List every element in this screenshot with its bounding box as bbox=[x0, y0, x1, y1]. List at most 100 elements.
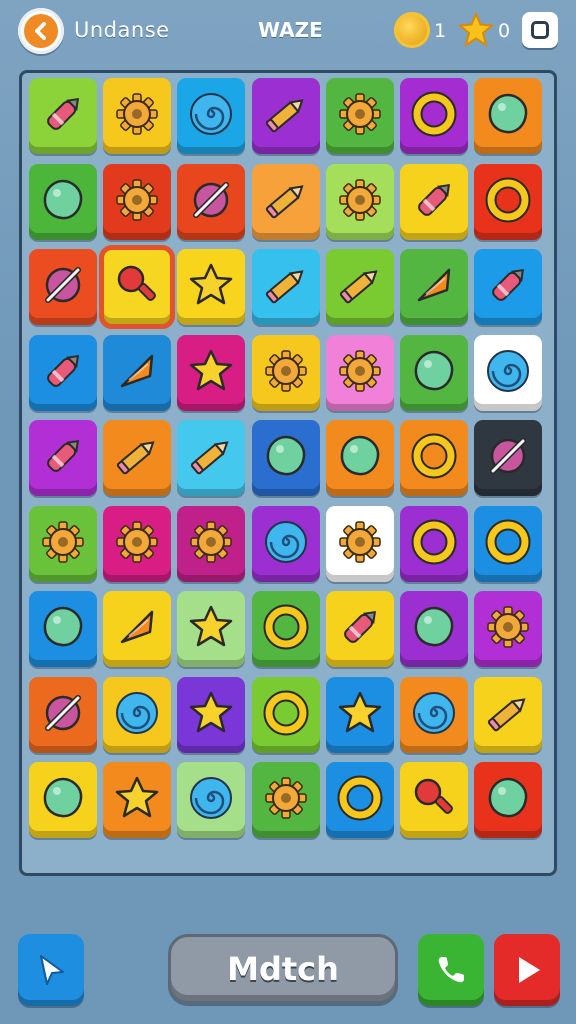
crayon-icon bbox=[38, 431, 88, 485]
ring-icon bbox=[409, 89, 459, 143]
board-tile[interactable] bbox=[177, 762, 246, 838]
hint-button[interactable] bbox=[18, 934, 84, 1006]
spiral-icon bbox=[112, 688, 162, 742]
pencil-icon bbox=[186, 431, 236, 485]
board-tile[interactable] bbox=[325, 762, 394, 838]
board-tile[interactable] bbox=[29, 591, 97, 667]
board-tile[interactable] bbox=[474, 249, 543, 325]
cone-icon bbox=[112, 602, 162, 656]
board-tile[interactable] bbox=[251, 249, 320, 325]
board-tile[interactable] bbox=[29, 78, 97, 154]
board-tile[interactable] bbox=[325, 163, 394, 240]
pencil-icon bbox=[261, 89, 311, 143]
board-tile[interactable] bbox=[177, 78, 246, 154]
gear-icon bbox=[112, 175, 162, 229]
board-tile[interactable] bbox=[29, 505, 97, 582]
board-tile[interactable] bbox=[103, 334, 172, 411]
gear-icon bbox=[335, 517, 385, 571]
cone-icon bbox=[409, 260, 459, 314]
board-tile[interactable] bbox=[400, 163, 468, 240]
play-button[interactable] bbox=[494, 934, 560, 1006]
board-tile[interactable] bbox=[325, 420, 394, 496]
gear-icon bbox=[186, 517, 236, 571]
board-tile[interactable] bbox=[29, 334, 97, 411]
board-tile[interactable] bbox=[400, 762, 468, 838]
board-tile[interactable] bbox=[325, 591, 394, 667]
board-tile[interactable] bbox=[177, 249, 246, 325]
board-tile[interactable] bbox=[177, 163, 246, 240]
board-tile[interactable] bbox=[29, 420, 97, 496]
board-tile[interactable] bbox=[474, 78, 543, 154]
board-tile[interactable] bbox=[400, 591, 468, 667]
board-tile[interactable] bbox=[325, 676, 394, 753]
board-tile[interactable] bbox=[177, 334, 246, 411]
board-tile[interactable] bbox=[103, 676, 172, 753]
gear-icon bbox=[261, 773, 311, 827]
board-tile[interactable] bbox=[251, 762, 320, 838]
gear-icon bbox=[38, 517, 88, 571]
menu-button[interactable] bbox=[522, 12, 558, 48]
blob-icon bbox=[38, 175, 88, 229]
crayon-icon bbox=[335, 602, 385, 656]
board-tile[interactable] bbox=[29, 762, 97, 838]
crayon-icon bbox=[409, 175, 459, 229]
ring-icon bbox=[335, 773, 385, 827]
board-tile[interactable] bbox=[251, 334, 320, 411]
board-tile[interactable] bbox=[29, 676, 97, 753]
board-tile[interactable] bbox=[251, 591, 320, 667]
board-tile[interactable] bbox=[103, 591, 172, 667]
board-tile[interactable] bbox=[251, 676, 320, 753]
board-tile[interactable] bbox=[325, 78, 394, 154]
board-tile[interactable] bbox=[29, 249, 97, 325]
crossed-icon bbox=[38, 688, 88, 742]
board-tile[interactable] bbox=[325, 505, 394, 582]
board-tile[interactable] bbox=[251, 163, 320, 240]
board-tile[interactable] bbox=[400, 78, 468, 154]
back-arrow-icon bbox=[24, 14, 58, 48]
board-tile[interactable] bbox=[474, 762, 543, 838]
board-tile[interactable] bbox=[103, 762, 172, 838]
board-tile[interactable] bbox=[474, 505, 543, 582]
board-tile[interactable] bbox=[474, 591, 543, 667]
pointer-icon bbox=[40, 955, 64, 985]
board-tile[interactable] bbox=[103, 163, 172, 240]
board-tile[interactable] bbox=[177, 676, 246, 753]
board-tile[interactable] bbox=[103, 505, 172, 582]
pencil-icon bbox=[261, 260, 311, 314]
star-icon bbox=[186, 602, 236, 656]
board-tile[interactable] bbox=[400, 505, 468, 582]
phone-button[interactable] bbox=[418, 934, 484, 1006]
board-tile[interactable] bbox=[400, 420, 468, 496]
board-tile[interactable] bbox=[103, 420, 172, 496]
board-tile[interactable] bbox=[177, 591, 246, 667]
crossed-icon bbox=[483, 431, 533, 485]
board-tile[interactable] bbox=[177, 420, 246, 496]
board-tile[interactable] bbox=[325, 334, 394, 411]
board-tile[interactable] bbox=[251, 505, 320, 582]
board-tile[interactable] bbox=[325, 249, 394, 325]
ring-icon bbox=[483, 517, 533, 571]
board-tile[interactable] bbox=[99, 245, 176, 329]
board-tile[interactable] bbox=[103, 78, 172, 154]
star-count: 0 bbox=[498, 20, 511, 42]
board-tile[interactable] bbox=[29, 163, 97, 240]
board-tile[interactable] bbox=[474, 163, 543, 240]
back-button[interactable] bbox=[18, 8, 64, 54]
spiral-icon bbox=[261, 517, 311, 571]
board-tile[interactable] bbox=[474, 676, 543, 753]
board-tile[interactable] bbox=[400, 334, 468, 411]
star-icon bbox=[186, 346, 236, 400]
board-tile[interactable] bbox=[400, 676, 468, 753]
board-tile[interactable] bbox=[400, 249, 468, 325]
board-tile[interactable] bbox=[177, 505, 246, 582]
star-icon bbox=[112, 773, 162, 827]
match-button[interactable]: Mdtch bbox=[168, 934, 398, 1004]
pin-icon bbox=[409, 773, 459, 827]
ring-icon bbox=[409, 517, 459, 571]
board-tile[interactable] bbox=[251, 78, 320, 154]
board-tile[interactable] bbox=[474, 420, 543, 496]
star-icon bbox=[186, 260, 236, 314]
board-tile[interactable] bbox=[474, 334, 543, 411]
board-tile[interactable] bbox=[251, 420, 320, 496]
crayon-icon bbox=[38, 346, 88, 400]
